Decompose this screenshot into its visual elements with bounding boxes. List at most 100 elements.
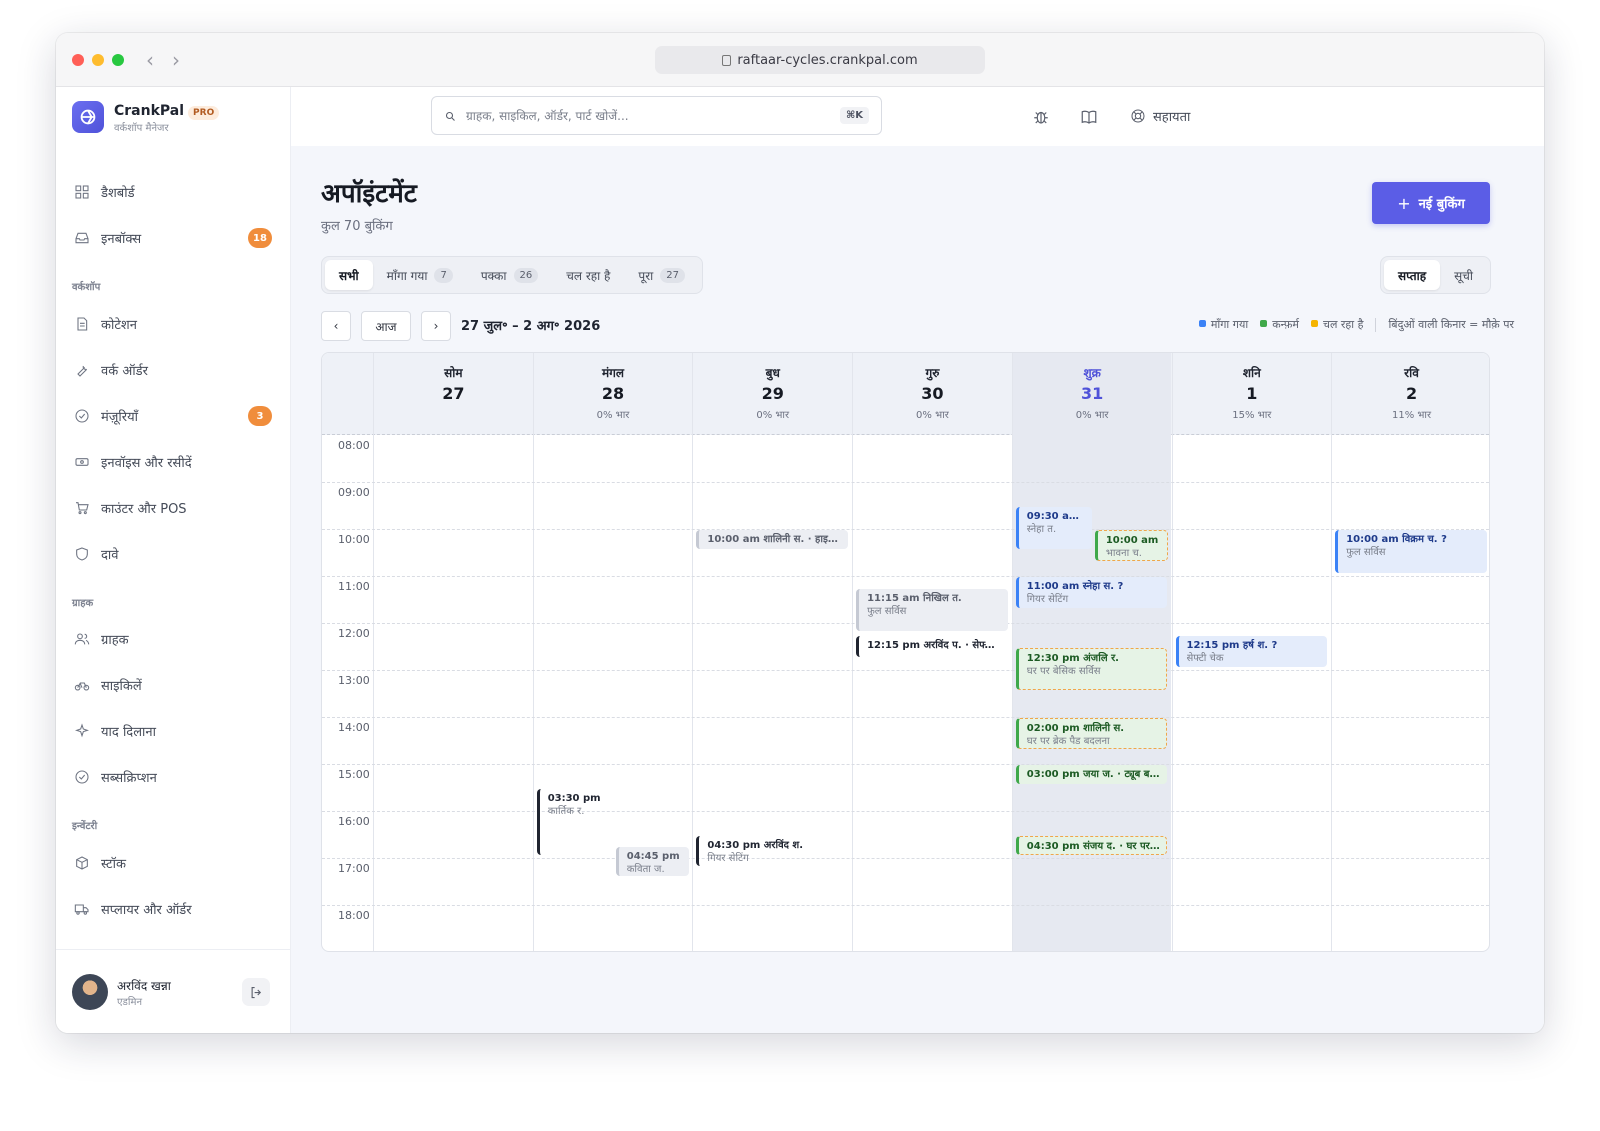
day-number: 28 [601, 384, 625, 403]
appointment-event[interactable]: 12:15 pm अरविंद प. · सेफ्टी ... [856, 635, 1008, 658]
search-icon [445, 111, 455, 121]
legend-label: चल रहा है [1322, 318, 1364, 331]
sidebar-item-suppliers[interactable]: सप्लायर और ऑर्डर [70, 892, 276, 926]
appointment-event[interactable]: 09:30 am ? स्नेहा त. [1015, 506, 1093, 550]
column-divider [1331, 435, 1333, 951]
event-title: 04:30 pm संजय द. · घर पर ... [1026, 840, 1161, 852]
top-bar: ⌘K सहायता [291, 87, 1544, 146]
day-header[interactable]: रवि 2 11% भार [1331, 353, 1489, 435]
view-list[interactable]: सूची [1440, 260, 1487, 290]
legend-swatch [1310, 320, 1318, 327]
forward-arrow-icon[interactable]: › [172, 47, 180, 73]
legend-label: माँगा गया [1210, 318, 1249, 331]
view-label: सप्ताह [1398, 268, 1427, 283]
sidebar-item-pos[interactable]: काउंटर और POS [70, 491, 276, 525]
appointment-event[interactable]: 03:00 pm जया ज. · ट्यूब बद... [1015, 765, 1168, 785]
sidebar-item-label: साइकिलें [101, 679, 142, 694]
day-header[interactable]: सोम 27 [373, 353, 533, 435]
event-subtitle: कविता ज. [626, 864, 665, 876]
event-title: 10:00 am विक्रम च. ? [1346, 534, 1447, 545]
event-title: 10:00 am [1105, 535, 1159, 546]
day-header[interactable]: मंगल 28 0% भार [532, 353, 693, 435]
appointment-event[interactable]: 10:00 am भावना च. [1094, 530, 1169, 561]
legend-confirmed: कन्फ़र्म [1260, 317, 1299, 332]
filter-tab-all[interactable]: सभी [325, 260, 373, 290]
filter-tab-confirmed[interactable]: पक्का 26 [467, 260, 552, 290]
book-icon[interactable] [1080, 108, 1098, 126]
brand[interactable]: CrankPal PRO वर्कशॉप मैनेजर [72, 100, 220, 134]
next-week-button[interactable]: › [421, 311, 451, 341]
appointment-event[interactable]: 11:00 am स्नेहा स. ? गियर सेटिंग [1015, 577, 1168, 608]
legend-in-progress: चल रहा है [1310, 317, 1364, 332]
event-title: 12:15 pm अरविंद प. · सेफ्टी ... [867, 639, 1002, 651]
day-header[interactable]: शनि 1 15% भार [1171, 353, 1332, 435]
legend-dotted-note: बिंदुओं वाली किनार = मौक़े पर [1388, 318, 1514, 331]
day-header[interactable]: गुरु 30 0% भार [852, 353, 1012, 435]
appointment-event[interactable]: 12:30 pm अंजलि र. घर पर बेसिक सर्विस [1015, 647, 1168, 691]
event-subtitle: गियर सेटिंग [1026, 594, 1069, 605]
sidebar-item-label: याद दिलाना [101, 725, 156, 740]
sidebar-item-stock[interactable]: स्टॉक [70, 846, 276, 880]
sidebar-item-bicycles[interactable]: साइकिलें [70, 668, 276, 702]
day-load: 0% भार [1075, 410, 1109, 421]
inbox-count-badge: 18 [248, 228, 272, 248]
address-bar[interactable]: raftaar-cycles.crankpal.com [655, 46, 985, 74]
sidebar-item-reminders[interactable]: याद दिलाना [70, 714, 276, 748]
appointment-event[interactable]: 03:30 pm कार्तिक र. [536, 788, 689, 855]
filter-label: पूरा [638, 268, 654, 283]
back-arrow-icon[interactable]: ‹ [146, 47, 154, 73]
day-header[interactable]: बुध 29 0% भार [692, 353, 852, 435]
close-window-button[interactable] [72, 54, 84, 66]
hour-gridline [322, 764, 1489, 765]
filter-tab-completed[interactable]: पूरा 27 [624, 260, 699, 290]
appointment-event[interactable]: 04:30 pm अरविंद श. गियर सेटिंग [696, 835, 848, 867]
avatar[interactable] [72, 974, 108, 1010]
appointment-event[interactable]: 04:45 pm कविता ज. [615, 847, 690, 876]
sidebar-item-label: मंज़ूरियाँ [101, 410, 139, 425]
prev-week-button[interactable]: ‹ [321, 311, 351, 341]
plus-icon: + [1397, 193, 1411, 213]
document-icon [77, 317, 88, 331]
help-button[interactable]: सहायता [1130, 107, 1190, 125]
maximize-window-button[interactable] [112, 54, 124, 66]
day-name: रवि [1404, 366, 1419, 380]
filter-tab-in-progress[interactable]: चल रहा है [552, 260, 624, 290]
day-number: 27 [442, 384, 465, 403]
search-input[interactable] [466, 108, 830, 123]
appointment-event[interactable]: 04:30 pm संजय द. · घर पर ... [1015, 835, 1168, 855]
sidebar-item-invoices[interactable]: इनवॉइस और रसीदें [70, 445, 276, 479]
filter-tab-requested[interactable]: माँगा गया 7 [373, 260, 467, 290]
appointment-event[interactable]: 02:00 pm शालिनी स. घर पर ब्रेक पैड बदलना [1015, 718, 1168, 749]
sidebar-item-inbox[interactable]: इनबॉक्स 18 [70, 221, 276, 255]
logout-button[interactable] [242, 978, 270, 1006]
hour-label: 10:00 [338, 533, 370, 546]
new-booking-button[interactable]: + नई बुकिंग [1372, 182, 1490, 224]
user-role: एडमिन [117, 997, 142, 1008]
day-header[interactable]: शुक्र 31 0% भार [1011, 353, 1172, 435]
event-subtitle: स्नेहा त. [1026, 523, 1057, 535]
sidebar-item-subscriptions[interactable]: सब्सक्रिप्शन [70, 760, 276, 794]
today-button[interactable]: आज [361, 311, 411, 341]
sidebar-item-quotations[interactable]: कोटेशन [70, 307, 276, 341]
sidebar-item-dashboard[interactable]: डैशबोर्ड [70, 175, 276, 209]
minimize-window-button[interactable] [92, 54, 104, 66]
event-subtitle: घर पर ब्रेक पैड बदलना [1026, 736, 1110, 747]
bug-icon[interactable] [1032, 108, 1050, 126]
sidebar-item-work-orders[interactable]: वर्क ऑर्डर [70, 353, 276, 387]
sidebar-item-label: इनबॉक्स [101, 232, 142, 247]
sidebar-item-claims[interactable]: दावे [70, 537, 276, 571]
view-label: सूची [1454, 268, 1473, 283]
sidebar-item-label: सब्सक्रिप्शन [101, 771, 157, 786]
appointment-event[interactable]: 12:15 pm हर्ष श. ? सेफ्टी चेक [1175, 635, 1328, 667]
hour-label: 09:00 [338, 486, 370, 499]
view-toggle: सप्ताह सूची [1380, 256, 1491, 294]
appointment-event[interactable]: 10:00 am शालिनी स. · हाइड्रो... [696, 530, 849, 550]
appointment-event[interactable]: 11:15 am निखिल त. फुल सर्विस [856, 588, 1008, 632]
day-number: 30 [921, 384, 944, 403]
sidebar-item-customers[interactable]: ग्राहक [70, 622, 276, 656]
view-week[interactable]: सप्ताह [1384, 260, 1441, 290]
sidebar-item-approvals[interactable]: मंज़ूरियाँ 3 [70, 399, 276, 433]
search-box[interactable]: ⌘K [431, 96, 882, 135]
section-label-customers: ग्राहक [72, 598, 94, 609]
appointment-event[interactable]: 10:00 am विक्रम च. ? फुल सर्विस [1335, 530, 1487, 573]
